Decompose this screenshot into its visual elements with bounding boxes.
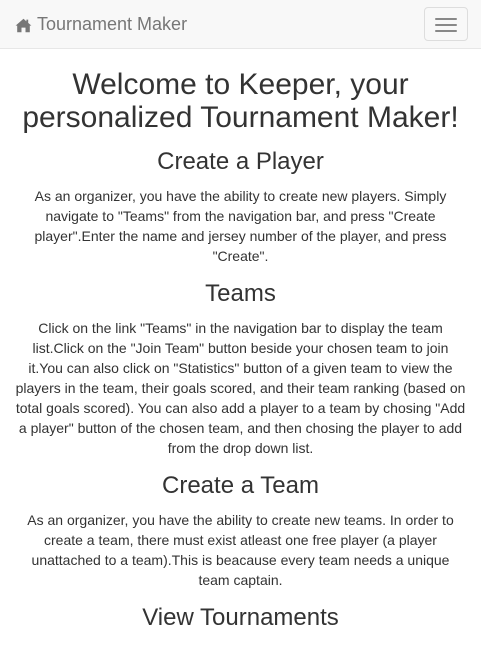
- section-body: As an organizer, you have the ability to…: [34, 188, 447, 264]
- page-title: Welcome to Keeper, your personalized Tou…: [22, 68, 459, 134]
- section-create-team: Create a Team As an organizer, you have …: [15, 472, 466, 590]
- section-heading: View Tournaments: [142, 604, 339, 631]
- navbar-toggle-button[interactable]: [424, 7, 468, 41]
- home-icon: [15, 17, 32, 32]
- section-heading: Teams: [205, 280, 276, 307]
- brand-label: Tournament Maker: [37, 13, 188, 34]
- section-create-player: Create a Player As an organizer, you hav…: [15, 148, 466, 266]
- section-body: As an organizer, you have the ability to…: [27, 512, 454, 588]
- section-body: Click on the link "Teams" in the navigat…: [15, 320, 466, 456]
- top-navbar: Tournament Maker: [0, 0, 481, 49]
- main-content: Welcome to Keeper, your personalized Tou…: [0, 49, 481, 655]
- section-view-tournaments: View Tournaments: [15, 604, 466, 632]
- section-heading: Create a Team: [162, 472, 319, 499]
- section-teams: Teams Click on the link "Teams" in the n…: [15, 280, 466, 458]
- navbar-brand[interactable]: Tournament Maker: [15, 13, 187, 35]
- section-heading: Create a Player: [157, 148, 324, 175]
